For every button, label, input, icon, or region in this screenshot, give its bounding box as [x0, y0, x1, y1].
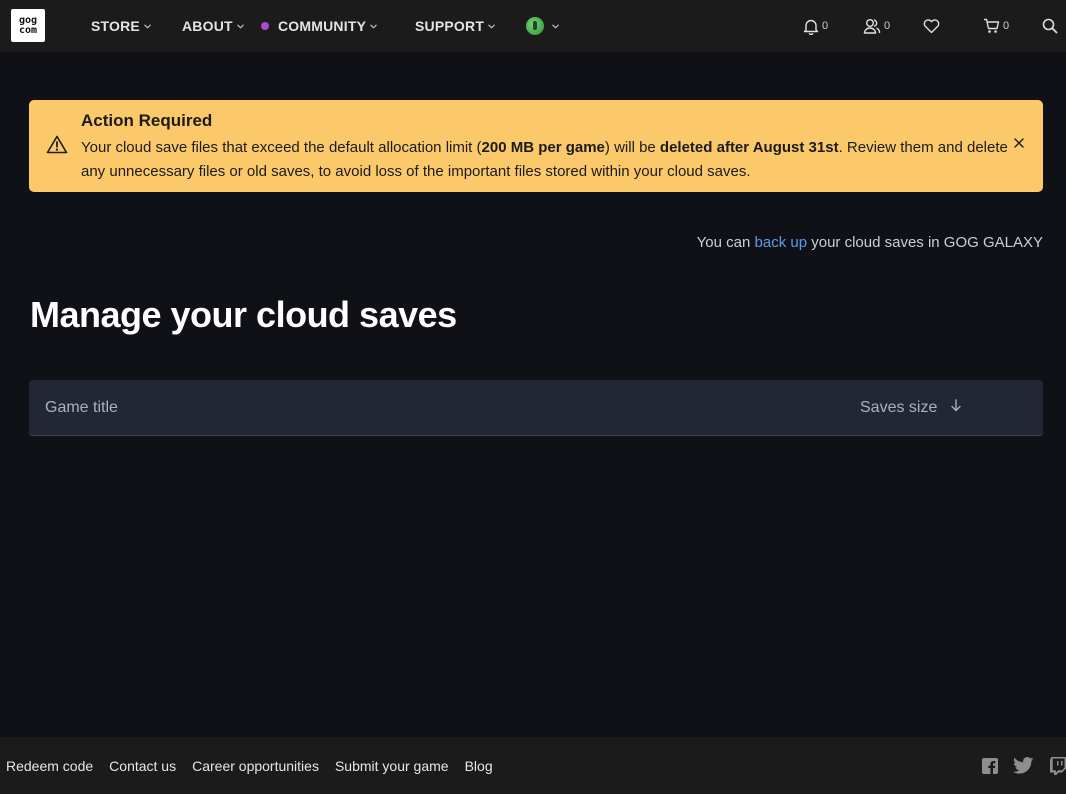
- cart-icon: [983, 18, 1000, 34]
- chevron-down-icon: [144, 22, 151, 31]
- footer-link-contact-us[interactable]: Contact us: [109, 758, 176, 774]
- alert-text-part: Your cloud save files that exceed the de…: [81, 139, 482, 156]
- column-saves-size[interactable]: Saves size: [860, 380, 962, 435]
- facebook-icon[interactable]: [982, 737, 998, 794]
- footer-link-submit-game[interactable]: Submit your game: [335, 758, 449, 774]
- footer-links: Redeem code Contact us Career opportunit…: [6, 737, 509, 794]
- logo-text-top: gog: [18, 14, 38, 26]
- close-icon[interactable]: [1013, 136, 1025, 148]
- menu-about[interactable]: ABOUT: [182, 0, 244, 52]
- search-icon: [1042, 18, 1058, 34]
- chevron-down-icon: [236, 22, 244, 31]
- twitter-icon[interactable]: [1013, 737, 1034, 794]
- menu-community[interactable]: COMMUNITY: [261, 0, 378, 52]
- community-dot-icon: [261, 22, 269, 30]
- notifications-button[interactable]: 0: [803, 0, 828, 52]
- wishlist-button[interactable]: [923, 0, 940, 52]
- page-title: Manage your cloud saves: [30, 294, 457, 335]
- alert-text-part: ) will be: [604, 139, 660, 156]
- menu-community-label: COMMUNITY: [278, 18, 367, 34]
- back-up-link[interactable]: back up: [755, 234, 808, 251]
- menu-support-label: SUPPORT: [415, 18, 485, 34]
- notifications-count: 0: [822, 20, 829, 32]
- alert-bold-deadline: deleted after August 31st: [659, 139, 839, 156]
- menu-support[interactable]: SUPPORT: [415, 0, 496, 52]
- search-button[interactable]: [1042, 0, 1058, 52]
- bell-icon: [803, 18, 819, 35]
- chevron-down-icon: [552, 22, 559, 31]
- backup-prefix: You can: [696, 234, 755, 251]
- menu-about-label: ABOUT: [182, 18, 233, 34]
- heart-icon: [923, 18, 940, 34]
- sort-arrow-down-icon: [951, 398, 962, 417]
- column-saves-size-label: Saves size: [860, 398, 938, 416]
- column-game-title[interactable]: Game title: [45, 380, 118, 435]
- alert-bold-limit: 200 MB per game: [481, 139, 605, 156]
- alert-message: Your cloud save files that exceed the de…: [81, 136, 1011, 184]
- warning-icon: [46, 135, 68, 159]
- avatar: [526, 17, 544, 35]
- menu-store[interactable]: STORE: [91, 0, 151, 52]
- footer-link-redeem-code[interactable]: Redeem code: [6, 758, 93, 774]
- logo-text-bottom: com: [18, 24, 38, 36]
- backup-suffix: your cloud saves in GOG GALAXY: [807, 234, 1043, 251]
- menu-store-label: STORE: [91, 18, 140, 34]
- footer-link-careers[interactable]: Career opportunities: [192, 758, 319, 774]
- friends-icon: [863, 18, 881, 35]
- alert-title: Action Required: [81, 111, 213, 130]
- cart-button[interactable]: 0: [983, 0, 1009, 52]
- friends-count: 0: [884, 20, 891, 32]
- account-menu[interactable]: [526, 0, 559, 52]
- cart-count: 0: [1003, 20, 1010, 32]
- saves-table-header: Game title Saves size: [29, 380, 1043, 436]
- chevron-down-icon: [488, 22, 496, 31]
- action-required-alert: Action Required Your cloud save files th…: [29, 100, 1043, 192]
- footer: Redeem code Contact us Career opportunit…: [0, 737, 1066, 794]
- friends-button[interactable]: 0: [863, 0, 890, 52]
- footer-link-blog[interactable]: Blog: [465, 758, 493, 774]
- top-navbar: gog com STORE ABOUT COMMUNITY SUPPORT 0 …: [0, 0, 1066, 52]
- gog-logo[interactable]: gog com: [11, 9, 45, 42]
- backup-note: You can back up your cloud saves in GOG …: [697, 234, 1043, 251]
- twitch-icon[interactable]: [1050, 737, 1066, 794]
- chevron-down-icon: [370, 22, 378, 31]
